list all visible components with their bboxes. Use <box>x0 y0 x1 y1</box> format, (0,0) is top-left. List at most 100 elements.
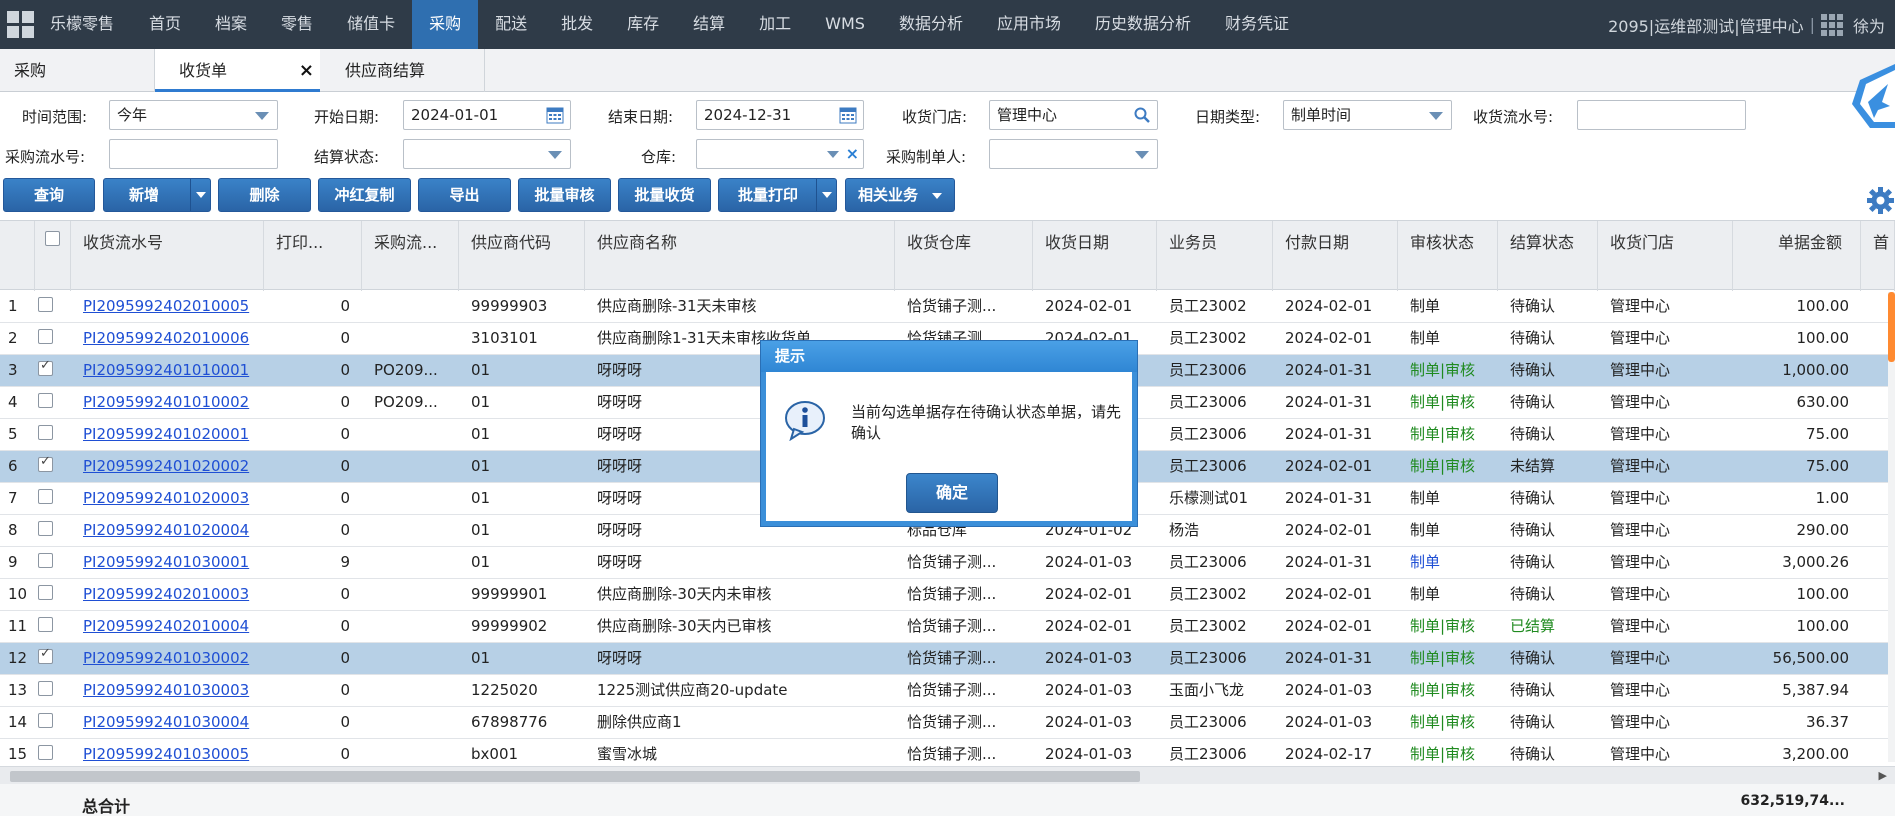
cell-no[interactable]: PI2095992401020002 <box>83 451 262 482</box>
clear-icon[interactable]: × <box>846 140 859 168</box>
row-checkbox[interactable] <box>38 489 53 504</box>
receipt-no-input[interactable] <box>1577 100 1746 130</box>
calendar-icon[interactable] <box>839 106 857 124</box>
table-row[interactable]: 1 PI2095992402010005 0 99999903 供应商删除-31天未审核… <box>0 291 1895 323</box>
nav-item-13[interactable]: 历史数据分析 <box>1078 0 1208 49</box>
add-button[interactable]: 新增 <box>103 178 211 212</box>
nav-item-7[interactable]: 库存 <box>610 0 676 49</box>
cell-no[interactable]: PI2095992402010006 <box>83 323 262 354</box>
org-label[interactable]: 2095|运维部测试|管理中心 <box>1608 13 1804 37</box>
tab-purchase[interactable]: 采购 <box>0 49 155 92</box>
table-row[interactable]: 9 PI2095992401030001 9 01 呀呀呀 恰货铺子测... 2024-01… <box>0 547 1895 579</box>
column-header-7[interactable]: 业务员 <box>1157 221 1273 291</box>
assistant-bird-icon[interactable] <box>1850 62 1895 132</box>
cell-no[interactable]: PI2095992401030003 <box>83 675 262 706</box>
nav-item-1[interactable]: 档案 <box>198 0 264 49</box>
row-checkbox[interactable] <box>38 521 53 536</box>
red-copy-button[interactable]: 冲红复制 <box>318 178 411 212</box>
nav-item-3[interactable]: 储值卡 <box>330 0 412 49</box>
batch-audit-button[interactable]: 批量审核 <box>518 178 611 212</box>
nav-item-0[interactable]: 首页 <box>132 0 198 49</box>
nav-item-14[interactable]: 财务凭证 <box>1208 0 1306 49</box>
cell-no[interactable]: PI2095992401030004 <box>83 707 262 738</box>
cell-no[interactable]: PI2095992401010002 <box>83 387 262 418</box>
apps-icon[interactable] <box>1820 13 1843 36</box>
warehouse-select[interactable]: × <box>696 139 864 169</box>
row-checkbox[interactable] <box>38 297 53 312</box>
store-field[interactable]: 管理中心 <box>989 100 1158 130</box>
column-header-8[interactable]: 付款日期 <box>1273 221 1398 291</box>
select-all-column[interactable] <box>35 221 71 291</box>
batch-receive-button[interactable]: 批量收货 <box>618 178 711 212</box>
time-range-select[interactable]: 今年 <box>109 100 278 130</box>
tab-receipt[interactable]: 收货单 × <box>155 49 320 92</box>
calendar-icon[interactable] <box>546 106 564 124</box>
nav-item-11[interactable]: 数据分析 <box>882 0 980 49</box>
row-checkbox[interactable] <box>38 425 53 440</box>
nav-item-8[interactable]: 结算 <box>676 0 742 49</box>
nav-item-5[interactable]: 配送 <box>478 0 544 49</box>
cell-no[interactable]: PI2095992402010005 <box>83 291 262 322</box>
table-row[interactable]: 10 PI2095992402010003 0 99999901 供应商删除-30天内未… <box>0 579 1895 611</box>
table-row[interactable]: 14 PI2095992401030004 0 67898776 删除供应商1 恰货铺子测… <box>0 707 1895 739</box>
po-no-input[interactable] <box>109 139 278 169</box>
start-date-field[interactable]: 2024-01-01 <box>403 100 571 130</box>
column-header-11[interactable]: 收货门店 <box>1598 221 1733 291</box>
cell-no[interactable]: PI2095992401030005 <box>83 739 262 768</box>
search-icon[interactable] <box>1133 106 1151 124</box>
column-header-3[interactable]: 供应商代码 <box>459 221 585 291</box>
row-checkbox[interactable] <box>38 358 53 376</box>
po-creator-select[interactable] <box>989 139 1158 169</box>
row-checkbox[interactable] <box>38 393 53 408</box>
column-header-4[interactable]: 供应商名称 <box>585 221 895 291</box>
nav-item-12[interactable]: 应用市场 <box>980 0 1078 49</box>
column-header-1[interactable]: 打印... <box>264 221 362 291</box>
export-button[interactable]: 导出 <box>418 178 511 212</box>
row-checkbox[interactable] <box>38 585 53 600</box>
column-header-2[interactable]: 采购流... <box>362 221 459 291</box>
delete-button[interactable]: 删除 <box>218 178 311 212</box>
row-checkbox[interactable] <box>38 329 53 344</box>
cell-no[interactable]: PI2095992402010003 <box>83 579 262 610</box>
column-header-13[interactable]: 首 <box>1861 221 1895 291</box>
add-dropdown[interactable] <box>190 179 210 211</box>
row-checkbox[interactable] <box>38 713 53 728</box>
gear-icon[interactable] <box>1866 186 1895 215</box>
table-row[interactable]: 11 PI2095992402010004 0 99999902 供应商删除-30天内已… <box>0 611 1895 643</box>
row-checkbox[interactable] <box>38 617 53 632</box>
cell-no[interactable]: PI2095992401030002 <box>83 643 262 674</box>
column-header-5[interactable]: 收货仓库 <box>895 221 1033 291</box>
cell-no[interactable]: PI2095992401030001 <box>83 547 262 578</box>
batch-print-dropdown[interactable] <box>816 179 836 211</box>
nav-item-9[interactable]: 加工 <box>742 0 808 49</box>
row-checkbox[interactable] <box>38 745 53 760</box>
row-checkbox[interactable] <box>38 681 53 696</box>
column-header-0[interactable]: 收货流水号 <box>71 221 264 291</box>
row-checkbox[interactable] <box>38 646 53 664</box>
chevron-right-icon[interactable]: ▶ <box>1879 769 1887 782</box>
column-header-9[interactable]: 审核状态 <box>1398 221 1498 291</box>
query-button[interactable]: 查询 <box>3 178 95 212</box>
confirm-button[interactable]: 确定 <box>906 473 998 513</box>
related-business-button[interactable]: 相关业务 <box>845 178 955 212</box>
select-all-checkbox[interactable] <box>45 231 60 246</box>
end-date-field[interactable]: 2024-12-31 <box>696 100 864 130</box>
cell-no[interactable]: PI2095992401020001 <box>83 419 262 450</box>
horizontal-scrollbar[interactable]: ▶ <box>0 766 1895 784</box>
column-header-6[interactable]: 收货日期 <box>1033 221 1157 291</box>
tab-supplier-settlement[interactable]: 供应商结算 <box>320 49 485 92</box>
date-type-select[interactable]: 制单时间 <box>1283 100 1452 130</box>
table-row[interactable]: 15 PI2095992401030005 0 bx001 蜜雪冰城 恰货铺子测... 20… <box>0 739 1895 768</box>
row-checkbox[interactable] <box>38 553 53 568</box>
table-row[interactable]: 13 PI2095992401030003 0 1225020 1225测试供应商20-… <box>0 675 1895 707</box>
table-row[interactable]: 12 PI2095992401030002 0 01 呀呀呀 恰货铺子测... 2024-0… <box>0 643 1895 675</box>
cell-no[interactable]: PI2095992401020003 <box>83 483 262 514</box>
row-checkbox[interactable] <box>38 454 53 472</box>
column-header-10[interactable]: 结算状态 <box>1498 221 1598 291</box>
column-header-12[interactable]: 单据金额 <box>1733 221 1861 291</box>
nav-item-10[interactable]: WMS <box>808 0 882 49</box>
close-icon[interactable]: × <box>299 49 314 92</box>
app-grid-icon[interactable] <box>0 0 40 49</box>
vertical-scrollbar[interactable] <box>1888 292 1895 762</box>
batch-print-button[interactable]: 批量打印 <box>718 178 837 212</box>
